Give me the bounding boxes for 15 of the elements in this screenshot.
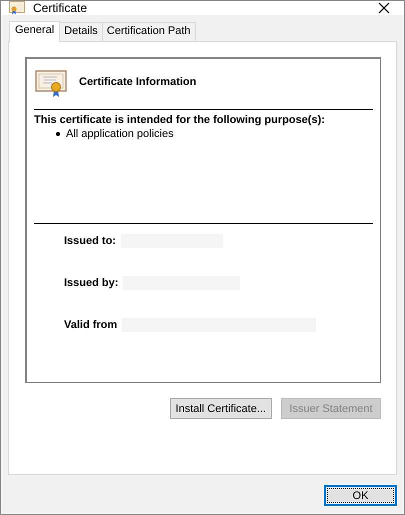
close-icon[interactable] (378, 2, 390, 14)
field-label: Issued to: (64, 234, 116, 246)
purpose-heading: This certificate is intended for the following purpose(s): (34, 114, 326, 126)
field-label: Valid from (64, 318, 118, 330)
purpose-item: All application policies (66, 128, 174, 140)
tab[interactable]: General (9, 21, 60, 42)
action-button[interactable]: Install Certificate... (170, 398, 272, 419)
section-heading: Certificate Information (79, 76, 196, 88)
ok-button[interactable]: OK (324, 485, 397, 506)
certificate-icon (9, 1, 25, 15)
bullet-icon (56, 132, 60, 136)
tab[interactable]: Certification Path (102, 22, 196, 41)
certificate-icon (35, 70, 67, 98)
field-label: Issued by: (64, 276, 118, 288)
window-title: Certificate (33, 1, 88, 15)
